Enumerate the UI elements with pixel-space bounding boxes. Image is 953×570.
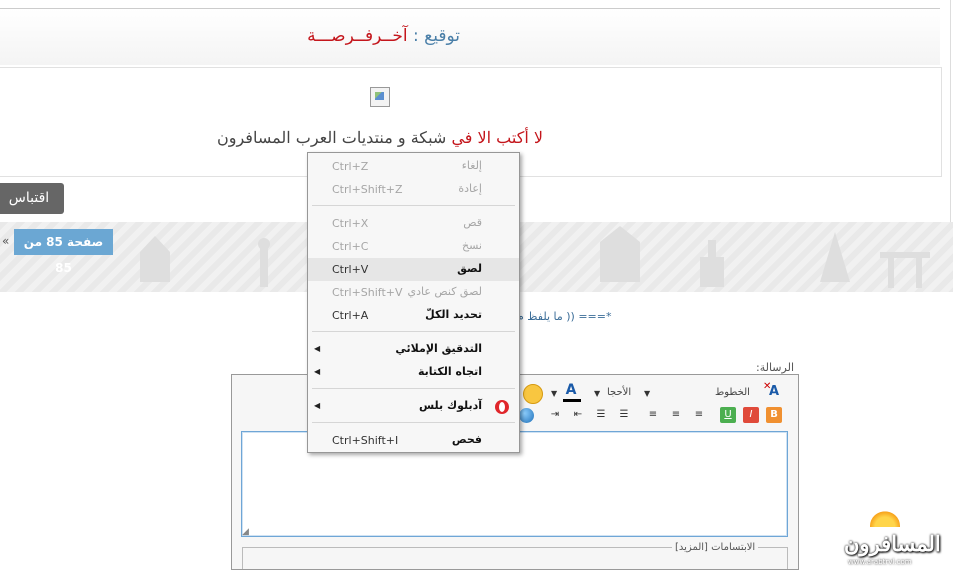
menu-item-label: لصق xyxy=(457,262,482,275)
underline-icon[interactable]: U xyxy=(720,407,736,423)
menu-item-label: تحديد الكلّ xyxy=(425,308,482,321)
italic-icon[interactable]: I xyxy=(743,407,759,423)
menu-item-paste-plain[interactable]: Ctrl+Shift+V لصق كنص عادي xyxy=(308,281,519,304)
bold-icon[interactable]: B xyxy=(766,407,782,423)
menu-item-label: فحص xyxy=(451,433,482,446)
menu-item-cut[interactable]: Ctrl+X قص xyxy=(308,212,519,235)
menu-item-label: قص xyxy=(463,216,482,229)
page-prev-link[interactable]: « xyxy=(2,234,9,248)
remove-format-x-icon: ✕ xyxy=(763,381,772,392)
menu-item-shortcut: Ctrl+Shift+V xyxy=(332,286,403,299)
align-left-icon[interactable]: ≡ xyxy=(645,407,661,423)
logo-text: المسافرون xyxy=(844,531,941,556)
align-center-icon[interactable]: ≡ xyxy=(668,407,684,423)
chevron-down-icon: ▼ xyxy=(551,389,558,398)
menu-item-copy[interactable]: Ctrl+C نسخ xyxy=(308,235,519,258)
menu-item-label: آدبلوك بلس xyxy=(418,399,482,412)
menu-item-shortcut: Ctrl+C xyxy=(332,240,369,253)
menu-item-label: التدقيق الإملائي xyxy=(395,342,482,355)
align-right-icon[interactable]: ≡ xyxy=(691,407,707,423)
signature-text: لا أكتب الا في شبكة و منتديات العرب المس… xyxy=(206,128,554,147)
menu-item-label: اتجاه الكتابة xyxy=(417,365,482,378)
opera-icon xyxy=(495,400,509,414)
font-family-select[interactable]: الخطوط xyxy=(715,387,750,398)
smilies-label[interactable]: الابتسامات [المزيد] xyxy=(672,542,759,553)
menu-item-shortcut: Ctrl+Shift+Z xyxy=(332,183,403,196)
menu-item-label: لصق كنص عادي xyxy=(407,285,482,298)
signature-text-red: لا أكتب الا في xyxy=(451,128,543,147)
signature-label-text: توقيع : xyxy=(413,26,460,46)
menu-separator xyxy=(312,422,515,423)
indent-icon[interactable]: ⇥ xyxy=(547,407,563,423)
signature-label: توقيع : آخــرفــرصـــة xyxy=(307,26,460,46)
signature-header xyxy=(0,8,940,65)
chevron-down-icon: ▼ xyxy=(594,389,601,398)
smiley-icon[interactable] xyxy=(523,384,543,404)
menu-item-label: إعادة xyxy=(458,182,482,195)
menu-item-label: إلغاء xyxy=(461,159,482,172)
font-color-swatch xyxy=(563,399,581,402)
outdent-icon[interactable]: ⇤ xyxy=(570,407,586,423)
signature-text-rest: شبكة و منتديات العرب المسافرون xyxy=(217,128,447,147)
link-icon[interactable] xyxy=(519,408,534,423)
font-size-select[interactable]: الأحجا xyxy=(607,387,631,398)
menu-item-shortcut: Ctrl+Z xyxy=(332,160,369,173)
submenu-arrow-icon: ◀ xyxy=(314,401,321,410)
quote-button[interactable]: اقتباس xyxy=(0,183,64,214)
menu-item-writing-direction[interactable]: ◀ اتجاه الكتابة xyxy=(308,361,519,384)
submenu-arrow-icon: ◀ xyxy=(314,367,321,376)
menu-separator xyxy=(312,388,515,389)
menu-separator xyxy=(312,331,515,332)
submenu-arrow-icon: ◀ xyxy=(314,344,321,353)
menu-item-undo[interactable]: Ctrl+Z إلغاء xyxy=(308,155,519,178)
context-menu: Ctrl+Z إلغاء Ctrl+Shift+Z إعادة Ctrl+X ق… xyxy=(307,152,520,453)
menu-item-shortcut: Ctrl+V xyxy=(332,263,369,276)
sun-icon xyxy=(870,511,900,527)
site-logo: المسافرون www.arabtrvl.com xyxy=(840,505,950,568)
font-color-icon[interactable]: A xyxy=(563,382,579,398)
menu-item-label: نسخ xyxy=(462,239,482,252)
menu-item-inspect[interactable]: Ctrl+Shift+I فحص xyxy=(308,429,519,452)
message-label: الرسالة: xyxy=(756,361,795,374)
menu-item-paste[interactable]: Ctrl+V لصق xyxy=(308,258,519,281)
menu-item-shortcut: Ctrl+Shift+I xyxy=(332,434,399,447)
menu-item-select-all[interactable]: Ctrl+A تحديد الكلّ xyxy=(308,304,519,327)
menu-item-adblock-plus[interactable]: ◀ آدبلوك بلس xyxy=(308,395,519,418)
signature-name: آخــرفــرصـــة xyxy=(307,26,408,46)
page-indicator[interactable]: صفحة 85 من 85 xyxy=(14,229,113,275)
chevron-down-icon: ▼ xyxy=(644,389,651,398)
unordered-list-icon[interactable]: ☰ xyxy=(593,407,609,423)
ordered-list-icon[interactable]: ☰ xyxy=(616,407,632,423)
menu-item-spellcheck[interactable]: ◀ التدقيق الإملائي xyxy=(308,338,519,361)
menu-separator xyxy=(312,205,515,206)
logo-url: www.arabtrvl.com xyxy=(848,558,912,566)
marquee-text: *=== (( ما يلفظ م xyxy=(517,310,612,323)
broken-image-icon xyxy=(370,87,390,107)
resize-handle-icon[interactable]: ◢ xyxy=(242,527,249,537)
menu-item-redo[interactable]: Ctrl+Shift+Z إعادة xyxy=(308,178,519,201)
menu-item-shortcut: Ctrl+A xyxy=(332,309,369,322)
menu-item-shortcut: Ctrl+X xyxy=(332,217,369,230)
